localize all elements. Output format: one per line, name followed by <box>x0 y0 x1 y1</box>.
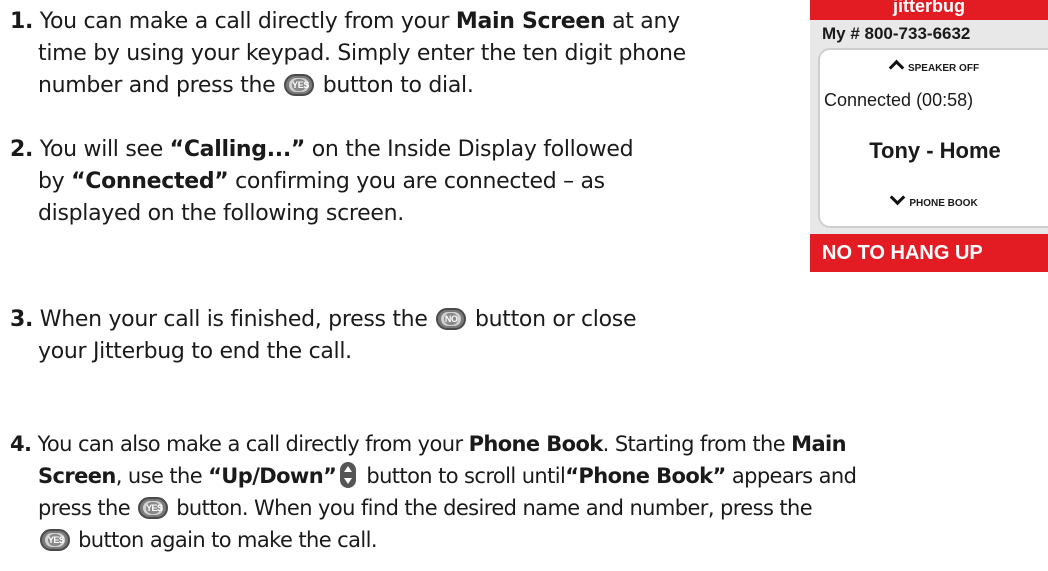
call-status: Connected (00:58) <box>824 90 974 110</box>
step-4-line-1: 4. You can also make a call directly fro… <box>10 432 847 456</box>
step-number: 3. <box>10 307 34 332</box>
phone-book-label: PHONE BOOK <box>909 198 978 209</box>
step-2-line-1: 2. You will see “Calling...” on the Insi… <box>10 137 634 162</box>
phone-inside-display: jitterbug My # 800-733-6632 SPEAKER OFF … <box>810 0 1048 272</box>
connected-term: “Connected” <box>71 169 229 194</box>
step-3-line-2: your Jitterbug to end the call. <box>38 339 352 364</box>
step-1-line-3: number and press the YES button to dial. <box>38 73 474 98</box>
step-3: 3. When your call is finished, press the… <box>10 304 636 368</box>
phone-book-row: PHONE BOOK <box>820 189 1048 209</box>
step-number: 4. <box>10 432 32 456</box>
step-1-line-2: time by using your keypad. Simply enter … <box>38 41 686 66</box>
yes-button-icon: YES <box>138 497 169 519</box>
call-status-card: SPEAKER OFF Connected (00:58) Tony - Hom… <box>818 48 1048 228</box>
speaker-status: SPEAKER OFF <box>907 63 980 74</box>
step-2: 2. You will see “Calling...” on the Insi… <box>10 134 634 230</box>
phone-book-term: Phone Book <box>468 432 604 456</box>
contact-name: Tony - Home <box>869 138 1001 163</box>
step-number: 1. <box>10 9 34 34</box>
hang-up-banner: NO TO HANG UP <box>810 234 1048 272</box>
yes-button-icon: YES <box>284 74 315 96</box>
yes-button-icon: YES <box>40 529 70 551</box>
calling-term: “Calling...” <box>169 137 306 162</box>
step-number: 2. <box>10 137 34 162</box>
main-screen-term: Main Screen <box>455 9 606 34</box>
step-2-line-2: by “Connected” confirming you are connec… <box>38 169 605 194</box>
step-2-line-3: displayed on the following screen. <box>38 201 404 226</box>
step-4-line-3: press the YES button. When you find the … <box>38 496 813 520</box>
chevron-down-icon <box>890 189 906 206</box>
speaker-row: SPEAKER OFF <box>820 59 1048 76</box>
step-4-line-4: YES button again to make the call. <box>10 524 856 556</box>
step-3-line-1: 3. When your call is finished, press the… <box>10 307 637 332</box>
step-1-line-1: 1. You can make a call directly from you… <box>10 9 680 34</box>
jitterbug-logo: jitterbug <box>810 0 1048 20</box>
up-down-button-icon <box>340 462 357 488</box>
chevron-up-icon <box>888 59 905 76</box>
step-4: 4. You can also make a call directly fro… <box>10 428 857 556</box>
step-1: 1. You can make a call directly from you… <box>10 6 686 102</box>
no-button-icon: NO <box>436 308 467 330</box>
step-4-line-2: Screen, use the “Up/Down” button to scro… <box>38 462 857 488</box>
my-number: My # 800-733-6632 <box>822 24 971 43</box>
